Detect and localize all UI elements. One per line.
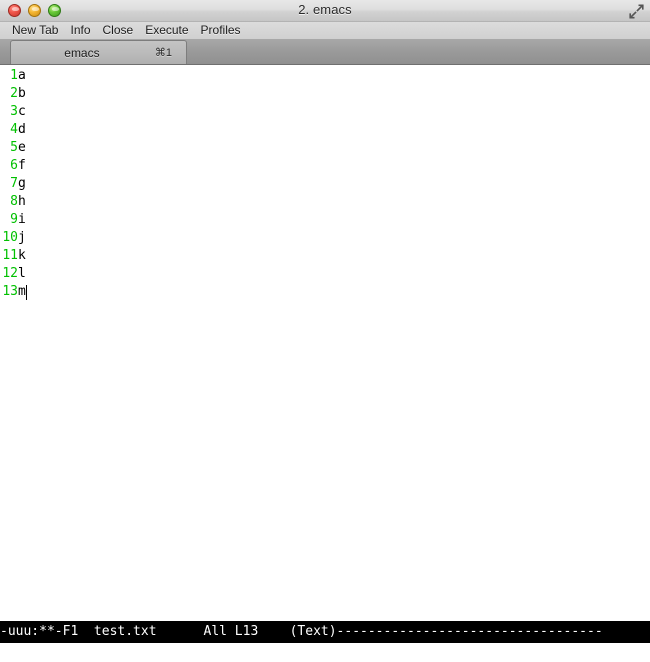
- editor-line[interactable]: 11 k: [0, 247, 650, 265]
- line-number: 11: [2, 248, 18, 263]
- editor-line[interactable]: 8h: [0, 193, 650, 211]
- editor-line[interactable]: 1a: [0, 67, 650, 85]
- editor-line[interactable]: 9i: [0, 211, 650, 229]
- line-text: m: [18, 284, 26, 299]
- menu-item-execute[interactable]: Execute: [139, 22, 194, 39]
- editor-buffer[interactable]: 1 a 2 b 3 c 4 d 5 e 6 f 7 g 8 h 9 i 10 j 11 k 12 l 13 m: [0, 65, 650, 621]
- emacs-terminal[interactable]: 1 a 2 b 3 c 4 d 5 e 6 f 7 g 8 h 9 i 10 j 11 k 12 l 13 m -uuu:**-F…: [0, 65, 650, 662]
- line-number: 1: [10, 68, 18, 83]
- line-text: g: [18, 176, 26, 191]
- tab-label: emacs: [64, 45, 100, 60]
- emacs-minibuffer[interactable]: [0, 643, 650, 662]
- emacs-mode-line: -uuu:**-F1 test.txt All L13 (Text)------…: [0, 621, 650, 643]
- line-number: 12: [2, 266, 18, 281]
- menu-item-info[interactable]: Info: [64, 22, 96, 39]
- editor-line[interactable]: 2b: [0, 85, 650, 103]
- line-number: 6: [10, 158, 18, 173]
- line-text: k: [18, 248, 26, 263]
- editor-line[interactable]: 13 m: [0, 283, 650, 301]
- line-text: f: [18, 158, 26, 173]
- line-text: d: [18, 122, 26, 137]
- line-text: a: [18, 68, 26, 83]
- menu-item-profiles[interactable]: Profiles: [195, 22, 247, 39]
- line-number: 2: [10, 86, 18, 101]
- window-title: 2. emacs: [298, 2, 352, 17]
- menu-item-close[interactable]: Close: [97, 22, 140, 39]
- menu-item-new-tab[interactable]: New Tab: [6, 22, 64, 39]
- line-number: 3: [10, 104, 18, 119]
- line-number: 13: [2, 284, 18, 299]
- line-text: h: [18, 194, 26, 209]
- tab-emacs[interactable]: emacs ⌘1: [10, 40, 187, 64]
- editor-line[interactable]: 10 j: [0, 229, 650, 247]
- editor-line[interactable]: 3c: [0, 103, 650, 121]
- menu-bar: New Tab Info Close Execute Profiles: [0, 22, 650, 39]
- line-number: 5: [10, 140, 18, 155]
- editor-line[interactable]: 12 l: [0, 265, 650, 283]
- line-text: c: [18, 104, 26, 119]
- editor-line[interactable]: 5e: [0, 139, 650, 157]
- tab-bar: emacs ⌘1: [0, 39, 650, 65]
- line-text: j: [18, 230, 26, 245]
- terminal-window: 2. emacs New Tab Info Close Execute Prof…: [0, 0, 650, 662]
- line-text: b: [18, 86, 26, 101]
- line-text: e: [18, 140, 26, 155]
- line-number: 8: [10, 194, 18, 209]
- line-text: i: [18, 212, 26, 227]
- editor-line[interactable]: 4d: [0, 121, 650, 139]
- text-cursor: [25, 284, 27, 300]
- line-text: l: [18, 266, 26, 281]
- editor-line[interactable]: 7g: [0, 175, 650, 193]
- tab-shortcut: ⌘1: [154, 47, 172, 59]
- line-number: 9: [10, 212, 18, 227]
- title-bar: 2. emacs: [0, 0, 650, 22]
- line-number: 7: [10, 176, 18, 191]
- editor-line[interactable]: 6f: [0, 157, 650, 175]
- line-number: 10: [2, 230, 18, 245]
- line-number: 4: [10, 122, 18, 137]
- fullscreen-expand-icon[interactable]: [628, 3, 645, 20]
